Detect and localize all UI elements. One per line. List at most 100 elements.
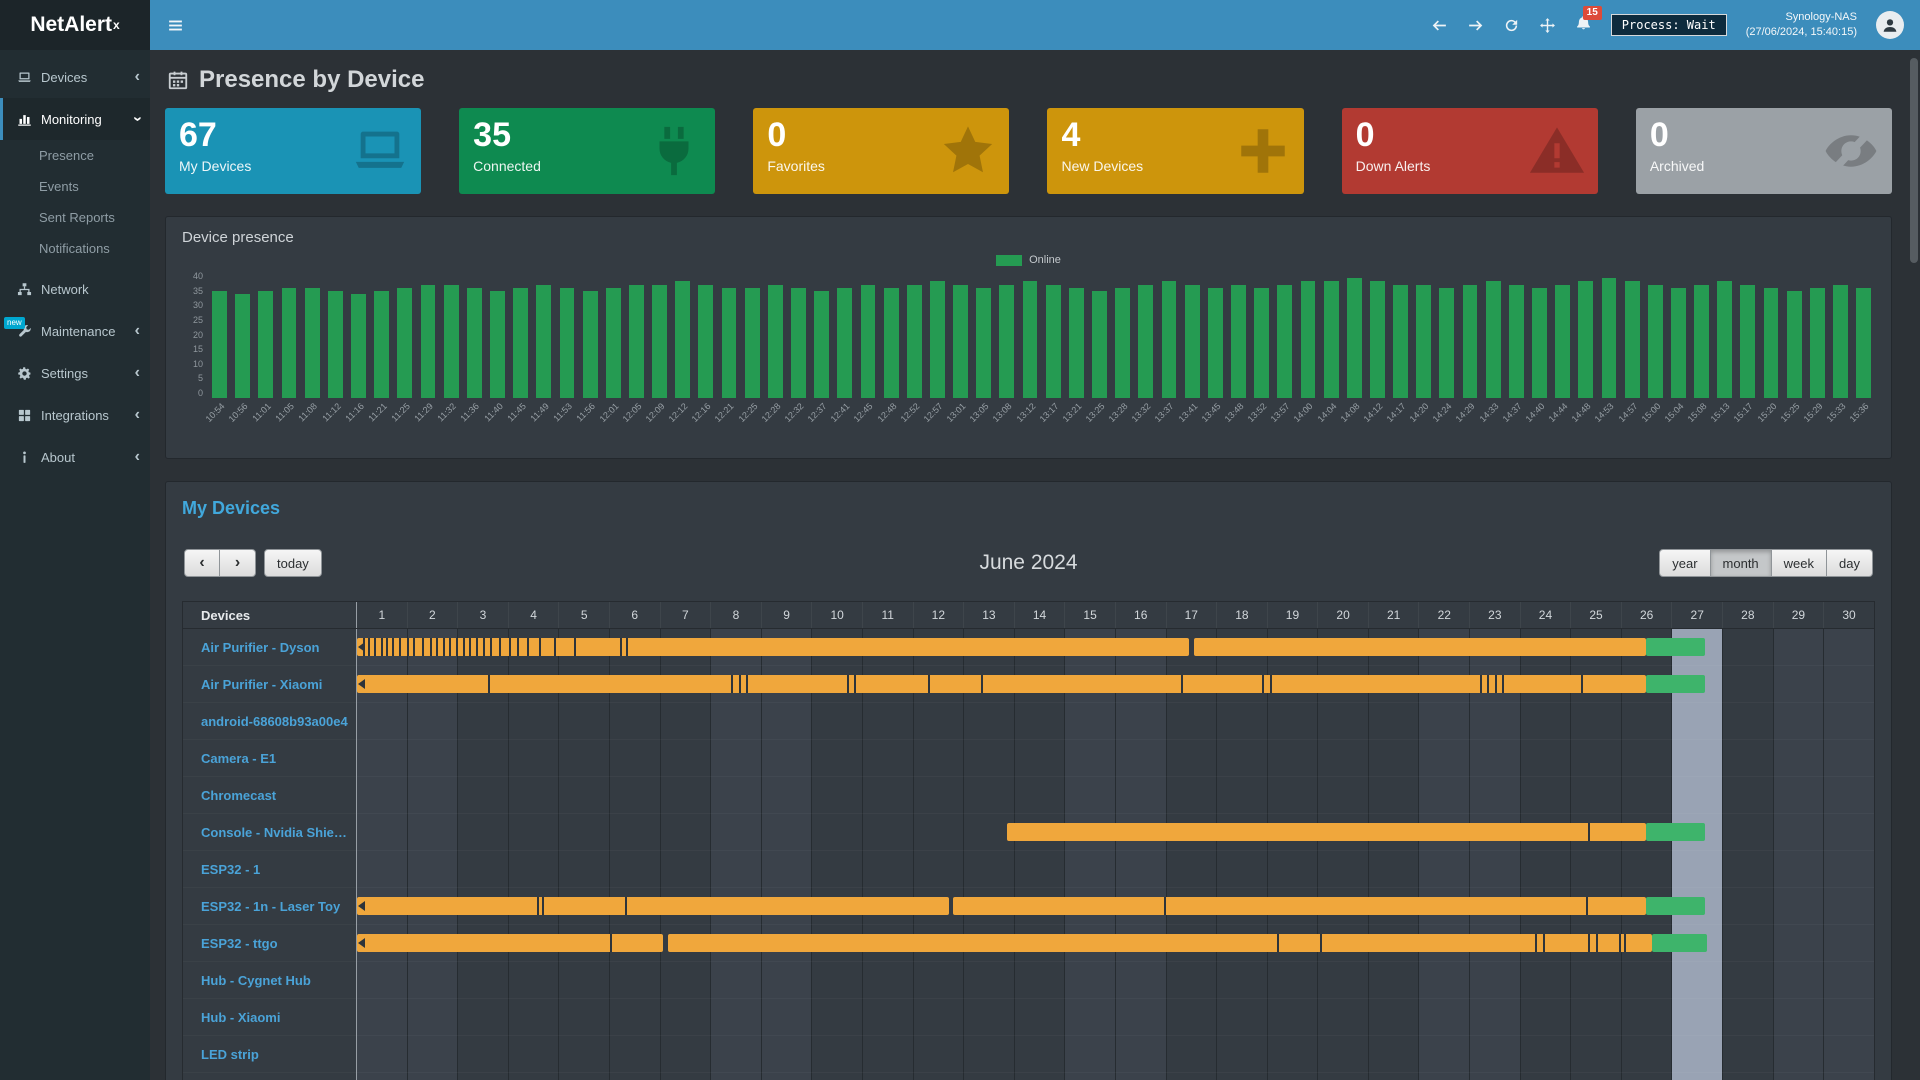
view-button-month[interactable]: month [1711, 549, 1772, 577]
refresh-icon[interactable] [1503, 17, 1520, 34]
chevron-left-icon: ‹ [135, 365, 140, 381]
tile-favorites[interactable]: 0Favorites [753, 108, 1009, 194]
view-button-week[interactable]: week [1772, 549, 1827, 577]
tile-new-devices[interactable]: 4New Devices [1047, 108, 1303, 194]
offline-tick [739, 675, 741, 693]
device-link-hub-cygnet-hub[interactable]: Hub - Cygnet Hub [183, 962, 356, 999]
notifications-bell[interactable]: 15 [1575, 14, 1592, 36]
back-arrow-icon[interactable] [1431, 17, 1448, 34]
sidebar-item-monitoring[interactable]: Monitoring‹ [0, 98, 150, 140]
device-link-air-purifier-xiaomi[interactable]: Air Purifier - Xiaomi [183, 666, 356, 703]
gantt-row [357, 740, 1874, 777]
move-icon[interactable] [1539, 17, 1556, 34]
presence-online-bar[interactable] [668, 934, 1652, 952]
tile-my-devices[interactable]: 67My Devices [165, 108, 421, 194]
my-devices-title[interactable]: My Devices [182, 498, 1875, 519]
app-logo[interactable]: NetAlertx [0, 0, 150, 50]
view-button-day[interactable]: day [1827, 549, 1873, 577]
sidebar-subitem-presence[interactable]: Presence [0, 140, 150, 171]
day-header-13: 13 [964, 602, 1015, 628]
prev-button[interactable]: ‹ [184, 549, 220, 577]
sidebar-subitem-events[interactable]: Events [0, 171, 150, 202]
calendar-icon [167, 69, 189, 91]
chart-bar [1065, 272, 1088, 398]
x-tick-label: 10:56 [227, 401, 250, 424]
offline-tick [413, 638, 415, 656]
tile-down-alerts[interactable]: 0Down Alerts [1342, 108, 1598, 194]
device-link-esp32-ttgo[interactable]: ESP32 - ttgo [183, 925, 356, 962]
x-tick-label: 12:09 [644, 401, 667, 424]
offline-tick [1262, 675, 1264, 693]
presence-online-bar[interactable] [953, 897, 1647, 915]
gantt-grid [357, 629, 1874, 1080]
sidebar-item-maintenance[interactable]: newMaintenance‹ [0, 310, 150, 352]
offline-tick [981, 675, 983, 693]
presence-chart: 4035302520151050 10:5410:5611:0111:0511:… [182, 272, 1875, 446]
x-tick-label: 13:01 [945, 401, 968, 424]
device-link-chromecast[interactable]: Chromecast [183, 777, 356, 814]
y-tick-label: 30 [182, 301, 203, 310]
presence-recent-bar[interactable] [1646, 897, 1704, 915]
sidebar-item-settings[interactable]: Settings‹ [0, 352, 150, 394]
x-tick-label: 12:05 [620, 401, 643, 424]
forward-arrow-icon[interactable] [1467, 17, 1484, 34]
presence-online-bar[interactable] [357, 934, 663, 952]
offline-tick [443, 638, 445, 656]
chart-bar [1806, 272, 1829, 398]
device-link-console-nvidia-shield-tv[interactable]: Console - Nvidia Shield TV [183, 814, 356, 851]
laptop-icon [16, 70, 32, 85]
presence-recent-bar[interactable] [1652, 934, 1708, 952]
x-tick-label: 11:40 [482, 401, 505, 424]
presence-recent-bar[interactable] [1646, 823, 1704, 841]
view-button-year[interactable]: year [1659, 549, 1710, 577]
next-button[interactable]: › [220, 549, 256, 577]
day-header-11: 11 [863, 602, 914, 628]
today-button[interactable]: today [264, 549, 322, 577]
offline-tick [517, 638, 519, 656]
day-header-29: 29 [1774, 602, 1825, 628]
x-tick-label: 14:17 [1385, 401, 1408, 424]
sidebar-item-about[interactable]: About‹ [0, 436, 150, 478]
x-tick-label: 12:01 [597, 401, 620, 424]
x-tick-label: 11:32 [436, 401, 459, 424]
scrollbar-thumb[interactable] [1910, 58, 1918, 263]
presence-online-bar[interactable] [1007, 823, 1647, 841]
tile-connected[interactable]: 35Connected [459, 108, 715, 194]
continues-left-arrow [358, 938, 365, 948]
presence-online-bar[interactable] [357, 675, 1646, 693]
presence-recent-bar[interactable] [1646, 675, 1704, 693]
offline-tick [449, 638, 451, 656]
y-tick-label: 0 [182, 389, 203, 398]
device-link-android-68608b93a00e4[interactable]: android-68608b93a00e4 [183, 703, 356, 740]
presence-recent-bar[interactable] [1646, 638, 1704, 656]
device-link-camera-e1[interactable]: Camera - E1 [183, 740, 356, 777]
x-tick-label: 14:44 [1547, 401, 1570, 424]
presence-online-bar[interactable] [357, 638, 1189, 656]
tile-archived[interactable]: 0Archived [1636, 108, 1892, 194]
x-tick-label: 14:20 [1408, 401, 1431, 424]
sidebar-item-network[interactable]: Network [0, 268, 150, 310]
sidebar-subitem-notifications[interactable]: Notifications [0, 233, 150, 264]
presence-online-bar[interactable] [357, 897, 949, 915]
x-tick-label: 14:04 [1315, 401, 1338, 424]
device-link-hub-xiaomi[interactable]: Hub - Xiaomi [183, 999, 356, 1036]
sidebar-item-integrations[interactable]: Integrations‹ [0, 394, 150, 436]
avatar[interactable] [1876, 11, 1904, 39]
topbar: 15 Process: Wait Synology-NAS (27/06/202… [150, 0, 1920, 50]
device-link-esp32-1[interactable]: ESP32 - 1 [183, 851, 356, 888]
x-tick-label: 14:24 [1431, 401, 1454, 424]
chart-bar [440, 272, 463, 398]
device-link-light-bedside-b-wifi[interactable]: Light - bedside B WiFi [183, 1073, 356, 1080]
process-status-badge[interactable]: Process: Wait [1611, 14, 1727, 36]
device-link-led-strip[interactable]: LED strip [183, 1036, 356, 1073]
device-link-esp32-1n-laser-toy[interactable]: ESP32 - 1n - Laser Toy [183, 888, 356, 925]
offline-tick [746, 675, 748, 693]
presence-online-bar[interactable] [1194, 638, 1647, 656]
day-header-26: 26 [1622, 602, 1673, 628]
sidebar-item-devices[interactable]: Devices‹ [0, 56, 150, 98]
hamburger-menu-icon[interactable] [154, 0, 196, 50]
offline-tick [368, 638, 370, 656]
gantt-row [357, 851, 1874, 888]
sidebar-subitem-sent-reports[interactable]: Sent Reports [0, 202, 150, 233]
device-link-air-purifier-dyson[interactable]: Air Purifier - Dyson [183, 629, 356, 666]
